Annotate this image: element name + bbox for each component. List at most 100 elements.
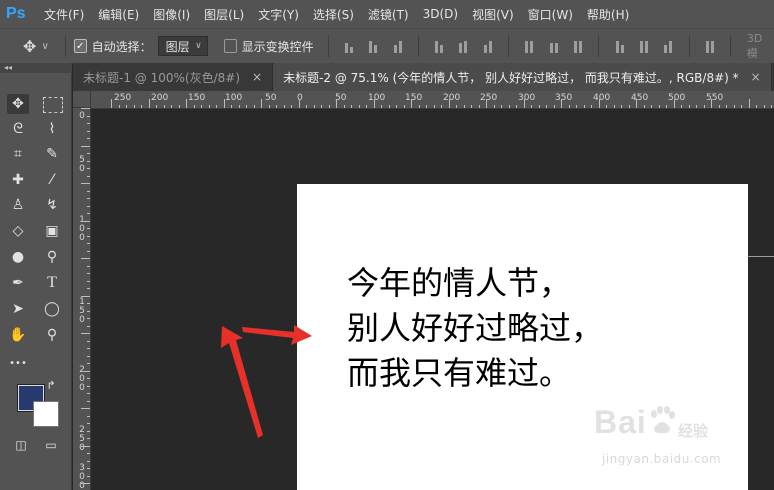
align-horizontal-center-icon[interactable] (456, 39, 470, 53)
ruler-tick (87, 168, 90, 169)
show-transform-checkbox[interactable] (223, 39, 237, 53)
ruler-tick (186, 99, 187, 108)
ruler-tick (643, 105, 645, 108)
close-icon[interactable]: × (252, 70, 262, 84)
ruler-tick (87, 423, 90, 424)
quick-mask-icon[interactable]: ◫ (10, 435, 32, 455)
tab-label: 未标题-2 @ 75.1% (今年的情人节， 别人好好过略过， 而我只有难过。,… (283, 70, 739, 85)
lasso-tool-icon[interactable]: ᘓ (7, 119, 29, 139)
distribute-right-icon[interactable] (661, 39, 675, 53)
ruler-label: 2 5 0 (79, 425, 85, 453)
eyedropper-tool-icon[interactable]: ✎ (41, 144, 63, 164)
ruler-tick (343, 105, 345, 108)
menu-help[interactable]: 帮助(H) (587, 6, 629, 23)
watermark-cn: 经验 (678, 422, 709, 440)
distribute-top-icon[interactable] (522, 39, 536, 53)
distribute-left-icon[interactable] (612, 39, 626, 53)
menu-edit[interactable]: 编辑(E) (98, 6, 139, 23)
chevron-down-icon[interactable]: ∨ (41, 41, 48, 52)
more-tools-icon[interactable]: ••• (7, 353, 29, 373)
ruler-tick (87, 393, 90, 394)
ruler-tick (411, 99, 412, 108)
ruler-origin[interactable] (73, 91, 91, 108)
ruler-tick (111, 99, 112, 108)
ruler-tick (87, 453, 90, 454)
vertical-ruler[interactable]: 0 5 0 1 0 0 1 5 0 2 0 0 2 5 0 3 0 0 (73, 108, 91, 490)
crop-tool-icon[interactable]: ⌗ (7, 144, 29, 164)
align-vertical-center-icon[interactable] (366, 39, 380, 53)
ruler-tick (598, 99, 600, 108)
menu-image[interactable]: 图像(I) (153, 6, 190, 23)
background-color-swatch[interactable] (33, 401, 59, 427)
ruler-tick (87, 430, 90, 432)
screen-mode-icon[interactable]: ▭ (40, 435, 62, 455)
auto-select-checkbox[interactable]: ✓ (73, 39, 87, 53)
ellipse-tool-icon[interactable]: ◯ (41, 299, 63, 319)
distribute-horizontal-center-icon[interactable] (637, 39, 651, 53)
ruler-label: 500 (668, 93, 686, 103)
marquee-tool-icon[interactable] (43, 97, 63, 113)
ruler-tick (591, 105, 592, 108)
swap-colors-icon[interactable]: ↱ (44, 378, 58, 392)
brush-tool-icon[interactable]: ⁄ (41, 170, 63, 190)
ruler-tick (583, 105, 585, 108)
menu-window[interactable]: 窗口(W) (528, 6, 573, 23)
auto-select-label: 自动选择： (91, 39, 152, 54)
distribute-bottom-icon[interactable] (571, 39, 585, 53)
menu-file[interactable]: 文件(F) (44, 6, 84, 23)
text-layer[interactable]: 今年的情人节， 别人好好过略过， 而我只有难过。 (347, 261, 603, 396)
move-tool-icon[interactable]: ✥ (7, 94, 29, 114)
tab-untitled-2[interactable]: 未标题-2 @ 75.1% (今年的情人节， 别人好好过略过， 而我只有难过。,… (273, 63, 772, 91)
pen-tool-icon[interactable]: ✒ (7, 273, 29, 293)
eraser-tool-icon[interactable]: ◇ (7, 221, 29, 241)
align-left-icon[interactable] (432, 39, 446, 53)
align-top-icon[interactable] (341, 39, 355, 53)
history-brush-tool-icon[interactable]: ↯ (41, 195, 63, 215)
ruler-tick (441, 105, 442, 108)
auto-select-target-dropdown[interactable]: 图层 ∨ (157, 36, 208, 56)
ruler-tick (208, 105, 210, 108)
close-icon[interactable]: × (751, 70, 761, 84)
ruler-tick (651, 105, 652, 108)
healing-brush-tool-icon[interactable]: ✚ (7, 170, 29, 190)
dodge-tool-icon[interactable]: ⚲ (41, 247, 63, 267)
hand-tool-icon[interactable]: ✋ (7, 325, 29, 345)
distribute-vertical-center-icon[interactable] (546, 39, 560, 53)
tab-untitled-1[interactable]: 未标题-1 @ 100%(灰色/8#) × (73, 63, 274, 91)
align-bottom-icon[interactable] (390, 39, 404, 53)
ruler-tick (81, 258, 90, 259)
ruler-tick (508, 105, 510, 108)
menu-3d[interactable]: 3D(D) (423, 7, 458, 21)
ruler-tick (261, 99, 262, 108)
ruler-tick (231, 105, 232, 108)
gradient-tool-icon[interactable]: ▣ (41, 221, 63, 241)
ruler-tick (87, 340, 90, 342)
stamp-tool-icon[interactable]: ♙ (7, 195, 29, 215)
path-select-tool-icon[interactable]: ➤ (7, 299, 29, 319)
ruler-label: 350 (555, 93, 573, 103)
ruler-tick (171, 105, 172, 108)
quick-select-tool-icon[interactable]: ⌇ (41, 119, 63, 139)
guide-line[interactable] (748, 256, 774, 257)
ruler-tick (238, 105, 240, 108)
ruler-tick (463, 105, 465, 108)
menu-type[interactable]: 文字(Y) (258, 6, 299, 23)
ruler-tick (87, 198, 90, 199)
menu-layer[interactable]: 图层(L) (204, 6, 244, 23)
toolbar-collapse-handle[interactable]: ◂◂ (0, 63, 72, 73)
ruler-tick (741, 105, 742, 108)
horizontal-ruler[interactable]: 250 200 150 100 50 0 50 100 150 200 250 … (91, 91, 774, 109)
zoom-tool-icon[interactable]: ⚲ (41, 325, 63, 345)
blur-tool-icon[interactable]: ● (7, 247, 29, 267)
ruler-tick (718, 105, 720, 108)
move-tool-preset-icon[interactable]: ✥ (18, 35, 41, 57)
ruler-label: 100 (368, 93, 386, 103)
auto-align-icon[interactable] (703, 39, 717, 53)
menu-view[interactable]: 视图(V) (472, 6, 514, 23)
menu-filter[interactable]: 滤镜(T) (368, 6, 409, 23)
menu-select[interactable]: 选择(S) (313, 6, 354, 23)
align-right-icon[interactable] (481, 39, 495, 53)
paw-icon (651, 406, 675, 434)
type-tool-icon[interactable]: T (41, 273, 63, 293)
ruler-tick (141, 105, 142, 108)
